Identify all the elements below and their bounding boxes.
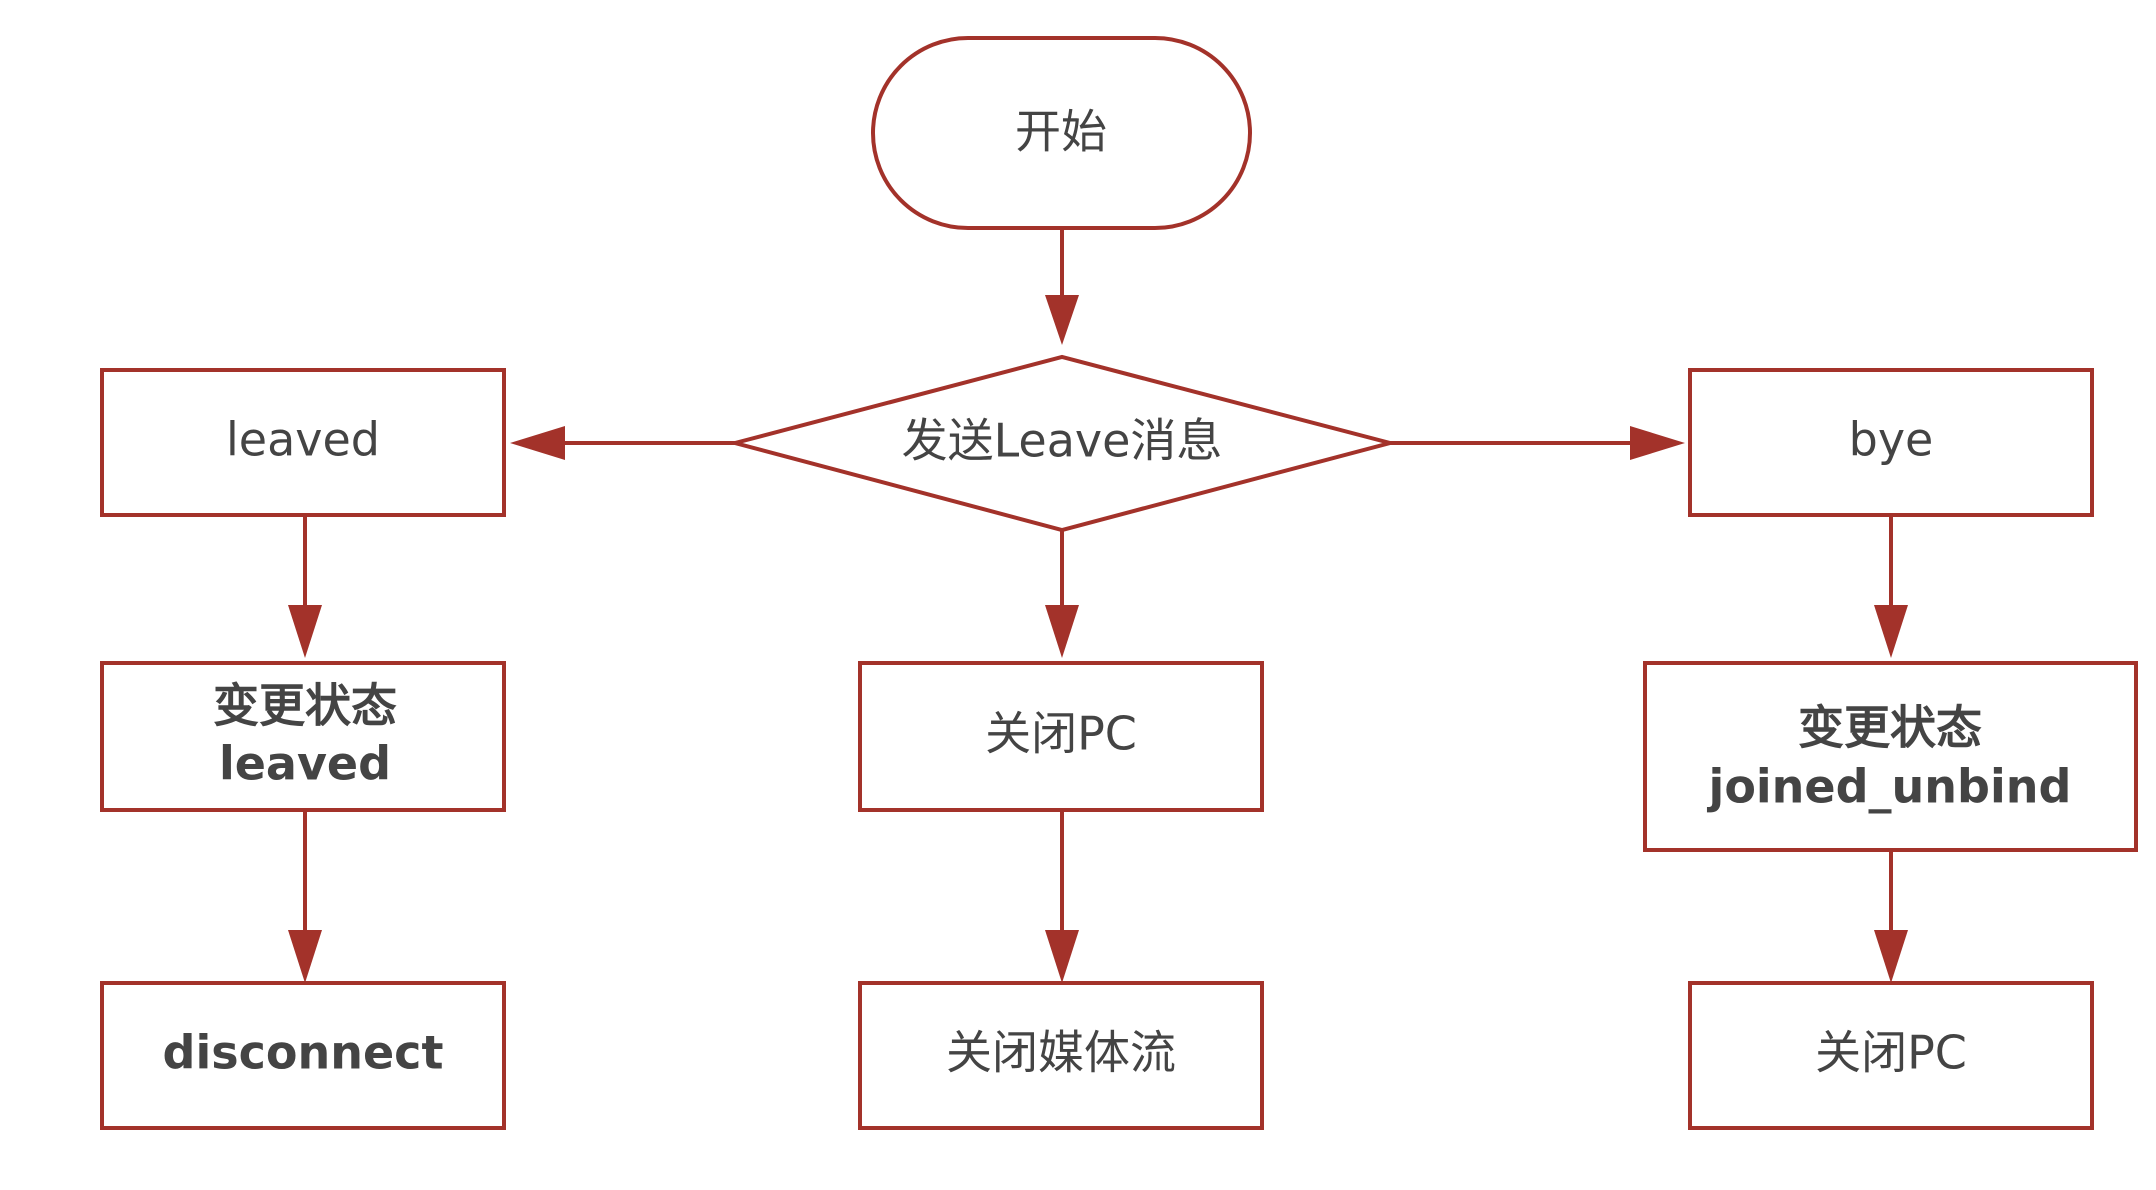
edge-decision-to-close-pc xyxy=(1045,530,1079,658)
edge-decision-to-bye xyxy=(1390,426,1685,460)
leaved-label: leaved xyxy=(226,413,380,467)
change-state-label: 变更状态 xyxy=(213,679,397,733)
start-label: 开始 xyxy=(1015,105,1107,159)
change-state-unbind-node: 变更状态 joined_unbind xyxy=(1643,661,2138,852)
close-pc-right-node: 关闭PC xyxy=(1688,981,2094,1130)
start-node: 开始 xyxy=(871,36,1252,230)
decision-node: 发送Leave消息 xyxy=(727,354,1398,533)
decision-label: 发送Leave消息 xyxy=(902,414,1223,468)
disconnect-label: disconnect xyxy=(163,1026,444,1080)
flowchart-diagram: 开始 发送Leave消息 leaved 变更状态 leaved disconne… xyxy=(100,36,2138,1130)
edge-leaved-to-change-state xyxy=(288,515,322,658)
edge-change-state-to-disconnect xyxy=(288,810,322,983)
close-pc-center-node: 关闭PC xyxy=(858,661,1264,812)
leaved-node: leaved xyxy=(100,368,506,517)
edge-close-pc-to-close-stream xyxy=(1045,810,1079,983)
close-stream-node: 关闭媒体流 xyxy=(858,981,1264,1130)
close-pc-label: 关闭PC xyxy=(985,707,1137,761)
close-stream-label: 关闭媒体流 xyxy=(946,1026,1176,1080)
edges xyxy=(288,228,1908,983)
edge-bye-to-change-state xyxy=(1874,515,1908,658)
bye-node: bye xyxy=(1688,368,2094,517)
close-pc-label: 关闭PC xyxy=(1815,1026,1967,1080)
change-state-leaved-node: 变更状态 leaved xyxy=(100,661,506,812)
change-state-label: 变更状态 xyxy=(1798,701,1982,755)
edge-decision-to-leaved xyxy=(510,426,735,460)
bye-label: bye xyxy=(1849,413,1934,467)
change-state-value-label: joined_unbind xyxy=(1707,760,2072,814)
change-state-value-label: leaved xyxy=(219,737,391,791)
disconnect-node: disconnect xyxy=(100,981,506,1130)
edge-start-to-decision xyxy=(1045,228,1079,345)
edge-change-state-to-close-pc xyxy=(1874,850,1908,983)
